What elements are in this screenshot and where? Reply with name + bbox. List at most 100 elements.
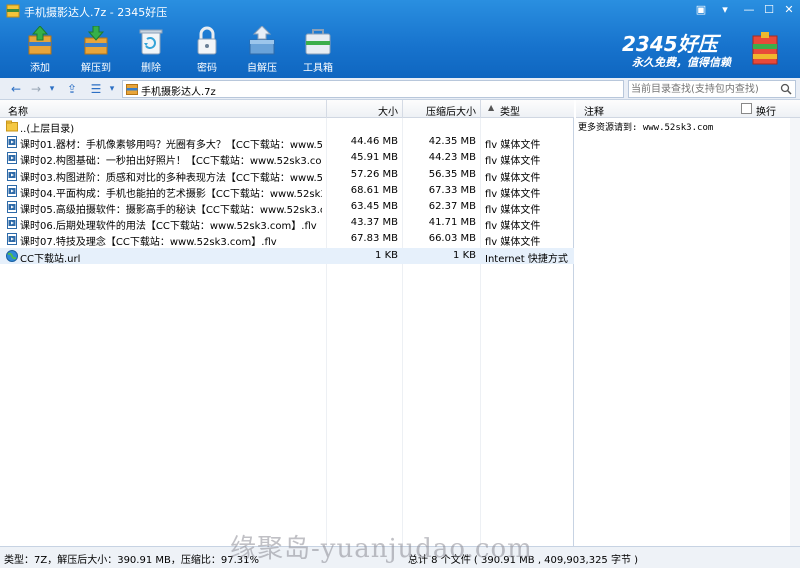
self-extract-icon <box>249 26 275 55</box>
extract-to-button[interactable]: 解压到 <box>71 22 121 74</box>
video-file-icon <box>7 152 17 165</box>
close-button[interactable]: ✕ <box>776 2 800 18</box>
toolbox-icon <box>305 29 331 55</box>
sort-arrow-icon: ▲ <box>488 103 495 112</box>
menu-button[interactable]: ▾ <box>712 2 738 18</box>
column-type[interactable]: 类型 <box>500 103 520 118</box>
file-packed-size: 44.23 MB <box>428 152 476 164</box>
view-dropdown-icon[interactable]: ▾ <box>104 81 120 97</box>
extract-to-label: 解压到 <box>81 63 111 74</box>
path-field[interactable]: 手机摄影达人.7z <box>122 80 624 98</box>
file-row[interactable]: 课时01.器材：手机像素够用吗？光圈有多大？【CC下载站：www.52sk3.c… <box>0 134 574 152</box>
self-extract-label: 自解压 <box>247 63 277 74</box>
brand-slogan: 永久免费，值得信赖 <box>632 56 731 69</box>
app-icon <box>6 4 20 18</box>
file-size: 44.46 MB <box>350 136 398 148</box>
file-packed-size: 67.33 MB <box>428 184 476 196</box>
column-divider[interactable] <box>480 100 481 118</box>
view-mode-icon[interactable]: ☰ <box>88 81 104 97</box>
video-file-icon <box>7 217 17 230</box>
file-size: 67.83 MB <box>350 233 398 245</box>
file-size: 45.91 MB <box>350 152 398 164</box>
file-size: 63.45 MB <box>350 201 398 212</box>
search-field[interactable] <box>628 80 796 98</box>
file-type: flv 媒体文件 <box>485 156 541 168</box>
file-row[interactable]: 课时02.构图基础：一秒拍出好照片！【CC下载站：www.52sk3.com】.… <box>0 150 574 168</box>
search-input[interactable] <box>631 82 781 96</box>
video-file-icon <box>7 136 17 149</box>
toolbox-button[interactable]: 工具箱 <box>293 22 343 74</box>
file-row[interactable]: 课时03.构图进阶：质感和对比的多种表现方法【CC下载站：www.52sk3.c… <box>0 167 574 184</box>
file-name: 课时01.器材：手机像素够用吗？光圈有多大？【CC下载站：www.52sk3.c… <box>20 140 322 152</box>
file-list: 名称 大小 压缩后大小 ▲ 类型 ..(上层目录) 课时01.器材：手机像素够用吗… <box>0 100 574 546</box>
history-dropdown-icon[interactable]: ▾ <box>44 81 60 97</box>
wrap-checkbox[interactable] <box>741 103 752 114</box>
parent-directory-row[interactable]: ..(上层目录) <box>0 118 574 135</box>
file-type: flv 媒体文件 <box>485 237 541 249</box>
up-folder-icon[interactable]: ⇪ <box>64 81 80 97</box>
video-file-icon <box>7 168 17 181</box>
file-row[interactable]: 课时06.后期处理软件的用法【CC下载站：www.52sk3.com】.flv 4… <box>0 215 574 233</box>
brand-logo: 2345好压 永久免费，值得信赖 <box>622 28 782 72</box>
file-row[interactable]: CC下载站.url 1 KB 1 KB Internet 快捷方式 <box>0 247 574 265</box>
file-row[interactable]: 课时04.平面构成：手机也能拍的艺术摄影【CC下载站：www.52sk3.com… <box>0 183 574 200</box>
file-size: 43.37 MB <box>350 217 398 229</box>
file-packed-size: 62.37 MB <box>428 201 476 212</box>
video-file-icon <box>7 233 17 246</box>
wrap-label: 换行 <box>756 107 776 118</box>
forward-arrow-icon[interactable]: → <box>28 81 44 97</box>
delete-button[interactable]: 删除 <box>126 22 176 74</box>
search-icon[interactable] <box>780 83 792 95</box>
file-packed-size: 66.03 MB <box>428 233 476 245</box>
file-size: 68.61 MB <box>350 184 398 196</box>
self-extract-button[interactable]: 自解压 <box>237 22 287 74</box>
back-arrow-icon[interactable]: ← <box>8 81 24 97</box>
file-type: flv 媒体文件 <box>485 140 541 152</box>
file-packed-size: 1 KB <box>453 249 476 261</box>
file-name: 课时07.特技及理念【CC下载站：www.52sk3.com】.flv <box>20 237 277 249</box>
file-type: Internet 快捷方式 <box>485 253 568 265</box>
column-divider[interactable] <box>326 100 327 118</box>
file-packed-size: 42.35 MB <box>428 136 476 148</box>
file-row[interactable]: 课时07.特技及理念【CC下载站：www.52sk3.com】.flv 67.83… <box>0 231 574 249</box>
file-name: 课时02.构图基础：一秒拍出好照片！【CC下载站：www.52sk3.com】.… <box>20 156 322 168</box>
password-button[interactable]: 密码 <box>182 22 232 74</box>
path-text: 手机摄影达人.7z <box>141 87 216 98</box>
add-button[interactable]: 添加 <box>15 22 65 74</box>
internet-shortcut-icon <box>6 249 18 262</box>
toolbox-label: 工具箱 <box>303 63 333 74</box>
file-packed-size: 41.71 MB <box>428 217 476 229</box>
file-type: flv 媒体文件 <box>485 205 541 216</box>
file-row[interactable]: 课时05.高级拍摄软件：摄影高手的秘诀【CC下载站：www.52sk3.com】… <box>0 199 574 216</box>
column-name[interactable]: 名称 <box>8 103 28 118</box>
file-type: flv 媒体文件 <box>485 172 541 184</box>
brand-archive-icon <box>752 32 778 65</box>
file-name: 课时06.后期处理软件的用法【CC下载站：www.52sk3.com】.flv <box>20 221 317 233</box>
delete-icon <box>139 29 163 55</box>
title-bar: 手机摄影达人.7z - 2345好压 ▣ ▾ — ☐ ✕ <box>0 0 800 22</box>
add-label: 添加 <box>30 63 50 74</box>
password-label: 密码 <box>197 63 217 74</box>
file-name: 课时05.高级拍摄软件：摄影高手的秘诀【CC下载站：www.52sk3.com】… <box>20 205 322 216</box>
video-file-icon <box>7 201 17 213</box>
file-name: CC下载站.url <box>20 253 81 265</box>
video-file-icon <box>7 184 17 197</box>
skin-button[interactable]: ▣ <box>688 2 714 18</box>
list-header: 名称 大小 压缩后大小 ▲ 类型 <box>0 100 574 118</box>
column-size[interactable]: 大小 <box>378 103 398 118</box>
extract-to-icon <box>84 26 108 55</box>
comment-title: 注释 <box>584 107 604 118</box>
address-bar: ← → ▾ ⇪ ☰ ▾ 手机摄影达人.7z <box>0 78 800 100</box>
column-packed-size[interactable]: 压缩后大小 <box>426 103 476 118</box>
password-lock-icon <box>197 26 217 55</box>
file-type: flv 媒体文件 <box>485 188 541 200</box>
file-name: 课时03.构图进阶：质感和对比的多种表现方法【CC下载站：www.52sk3.c… <box>20 172 322 184</box>
comment-scrollbar[interactable] <box>790 118 800 546</box>
window-title: 手机摄影达人.7z - 2345好压 <box>24 6 168 19</box>
folder-up-icon <box>6 120 18 132</box>
file-packed-size: 56.35 MB <box>428 168 476 180</box>
comment-text: 更多资源请到: www.52sk3.com <box>578 123 714 133</box>
comment-pane: 注释 换行 更多资源请到: www.52sk3.com <box>576 100 800 546</box>
comment-header: 注释 换行 <box>576 100 800 118</box>
column-divider[interactable] <box>402 100 403 118</box>
